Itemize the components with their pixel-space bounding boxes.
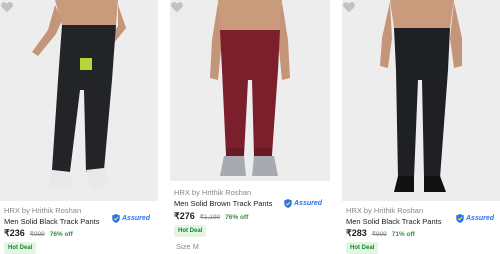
wishlist-heart-icon[interactable] <box>0 0 14 14</box>
assured-shield-icon <box>112 214 120 223</box>
product-title[interactable]: Men Solid Brown Track Pants <box>174 199 272 208</box>
price-row: ₹276 ₹1,199 76% off <box>174 211 248 222</box>
assured-label: Assured <box>466 215 495 222</box>
hot-deal-badge: Hot Deal <box>4 242 37 254</box>
hot-deal-badge: Hot Deal <box>174 225 207 237</box>
assured-label: Assured <box>122 215 151 222</box>
assured-badge: Assured <box>456 214 494 223</box>
product-brand: HRX by Hrithik Roshan <box>346 206 424 215</box>
selling-price: ₹276 <box>174 211 195 221</box>
price-row: ₹236 ₹999 76% off <box>4 228 73 239</box>
product-brand: HRX by Hrithik Roshan <box>174 188 252 197</box>
product-brand: HRX by Hrithik Roshan <box>4 206 82 215</box>
assured-shield-icon <box>456 214 464 223</box>
product-title[interactable]: Men Solid Black Track Pants <box>4 217 99 226</box>
price-row: ₹283 ₹999 71% off <box>346 228 415 239</box>
selling-price: ₹283 <box>346 228 367 238</box>
assured-shield-icon <box>284 199 292 208</box>
discount-percent: 76% off <box>49 231 73 238</box>
original-price: ₹999 <box>371 231 387 238</box>
assured-badge: Assured <box>112 214 150 223</box>
assured-label: Assured <box>294 200 323 207</box>
product-title[interactable]: Men Solid Black Track Pants <box>346 217 441 226</box>
product-card[interactable]: HRX by Hrithik Roshan Men Solid Black Tr… <box>342 0 500 254</box>
hot-deal-badge: Hot Deal <box>346 242 379 254</box>
discount-percent: 76% off <box>225 214 249 221</box>
discount-percent: 71% off <box>391 231 415 238</box>
product-card[interactable]: HRX by Hrithik Roshan Men Solid Black Tr… <box>0 0 158 254</box>
selling-price: ₹236 <box>4 228 25 238</box>
product-image[interactable] <box>342 0 500 201</box>
assured-badge: Assured <box>284 199 322 208</box>
wishlist-heart-icon[interactable] <box>342 0 356 14</box>
size-label: Size M <box>176 242 199 251</box>
product-card[interactable]: HRX by Hrithik Roshan Men Solid Brown Tr… <box>170 0 330 251</box>
original-price: ₹1,199 <box>199 214 221 221</box>
original-price: ₹999 <box>29 231 45 238</box>
product-image[interactable] <box>0 0 158 201</box>
wishlist-heart-icon[interactable] <box>170 0 184 14</box>
product-image[interactable] <box>170 0 330 181</box>
